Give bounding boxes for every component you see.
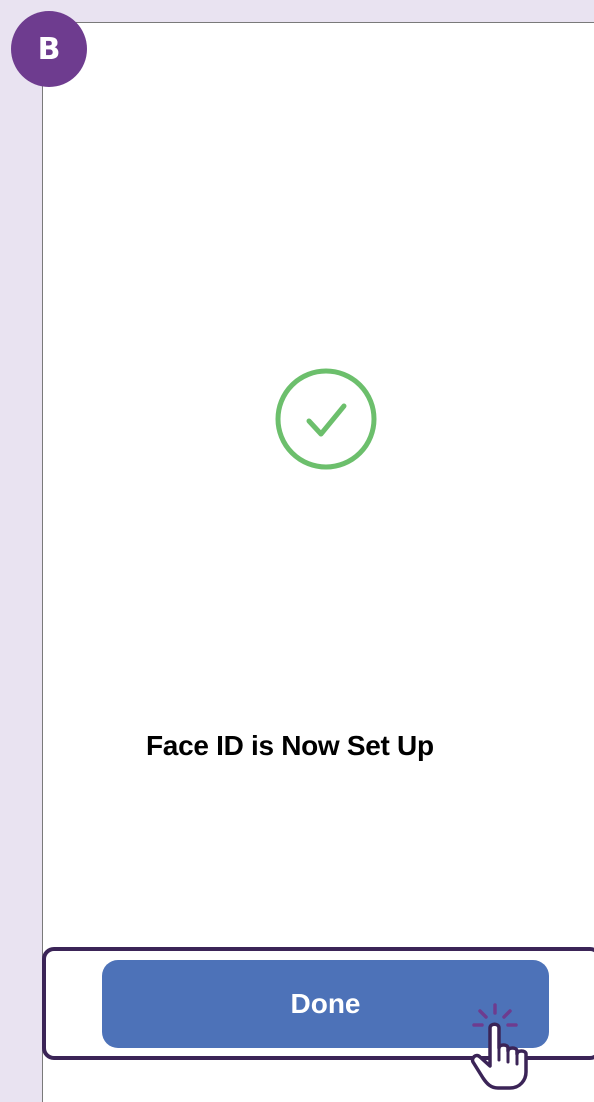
phone-screen	[42, 22, 594, 1102]
step-badge: B	[11, 11, 87, 87]
tap-hand-icon	[470, 1003, 528, 1090]
setup-complete-message: Face ID is Now Set Up	[146, 730, 434, 761]
checkmark-circle-icon	[275, 368, 377, 470]
